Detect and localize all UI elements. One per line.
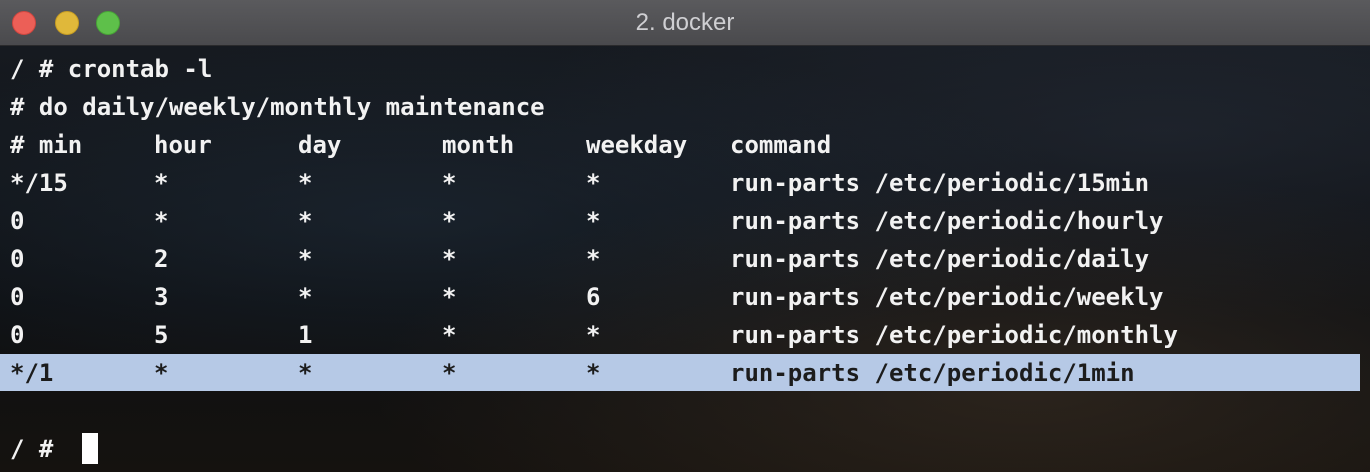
cron-min: */15	[10, 169, 68, 197]
cron-hour: 2	[154, 245, 169, 273]
cron-weekday: *	[586, 359, 601, 387]
window-title: 2. docker	[635, 9, 735, 36]
cron-min: 0	[10, 207, 25, 235]
cron-day: *	[298, 207, 313, 235]
cron-weekday: 6	[586, 283, 601, 311]
header-command: command	[730, 131, 832, 159]
cron-command: run-parts /etc/periodic/weekly	[730, 283, 1164, 311]
comment-line: # do daily/weekly/monthly maintenance	[10, 93, 545, 121]
header-month: month	[442, 131, 515, 159]
cron-hour: 5	[154, 321, 169, 349]
text-cursor	[82, 433, 98, 464]
cron-command: run-parts /etc/periodic/1min	[730, 359, 1135, 387]
cron-month: *	[442, 321, 457, 349]
crontab-row: 0 * * * * run-parts /etc/periodic/hourly	[10, 202, 1350, 240]
cron-hour: *	[154, 207, 169, 235]
crontab-header: # min hour day month weekday command	[10, 126, 1350, 164]
cron-min: */1	[10, 359, 54, 387]
cron-min: 0	[10, 283, 25, 311]
header-weekday: weekday	[586, 131, 688, 159]
crontab-row: 0 5 1 * * run-parts /etc/periodic/monthl…	[10, 316, 1350, 354]
cron-min: 0	[10, 321, 25, 349]
cron-month: *	[442, 283, 457, 311]
header-min: # min	[10, 131, 83, 159]
crontab-row: 0 3 * * 6 run-parts /etc/periodic/weekly	[10, 278, 1350, 316]
header-day: day	[298, 131, 342, 159]
shell-prompt: / #	[10, 435, 54, 463]
cron-command: run-parts /etc/periodic/monthly	[730, 321, 1178, 349]
crontab-row: 0 2 * * * run-parts /etc/periodic/daily	[10, 240, 1350, 278]
cron-month: *	[442, 169, 457, 197]
terminal-window: 2. docker / # crontab -l # do daily/week…	[0, 0, 1370, 472]
cron-day: 1	[298, 321, 313, 349]
cron-day: *	[298, 169, 313, 197]
cron-day: *	[298, 359, 313, 387]
cron-weekday: *	[586, 207, 601, 235]
cron-hour: *	[154, 359, 169, 387]
title-bar: 2. docker	[0, 0, 1370, 46]
header-hour: hour	[154, 131, 212, 159]
cron-command: run-parts /etc/periodic/daily	[730, 245, 1150, 273]
cron-hour: *	[154, 169, 169, 197]
crontab-row: */15 * * * * run-parts /etc/periodic/15m…	[10, 164, 1350, 202]
cron-day: *	[298, 245, 313, 273]
crontab-row-selected: */1 * * * * run-parts /etc/periodic/1min	[10, 354, 1350, 392]
cron-weekday: *	[586, 169, 601, 197]
cron-day: *	[298, 283, 313, 311]
terminal-output[interactable]: / # crontab -l # do daily/weekly/monthly…	[0, 46, 1370, 472]
cron-min: 0	[10, 245, 25, 273]
cron-month: *	[442, 245, 457, 273]
cron-command: run-parts /etc/periodic/hourly	[730, 207, 1164, 235]
command-line: / # crontab -l	[10, 55, 213, 83]
cron-month: *	[442, 359, 457, 387]
cron-command: run-parts /etc/periodic/15min	[730, 169, 1150, 197]
cron-month: *	[442, 207, 457, 235]
cron-weekday: *	[586, 321, 601, 349]
cron-hour: 3	[154, 283, 169, 311]
cron-weekday: *	[586, 245, 601, 273]
